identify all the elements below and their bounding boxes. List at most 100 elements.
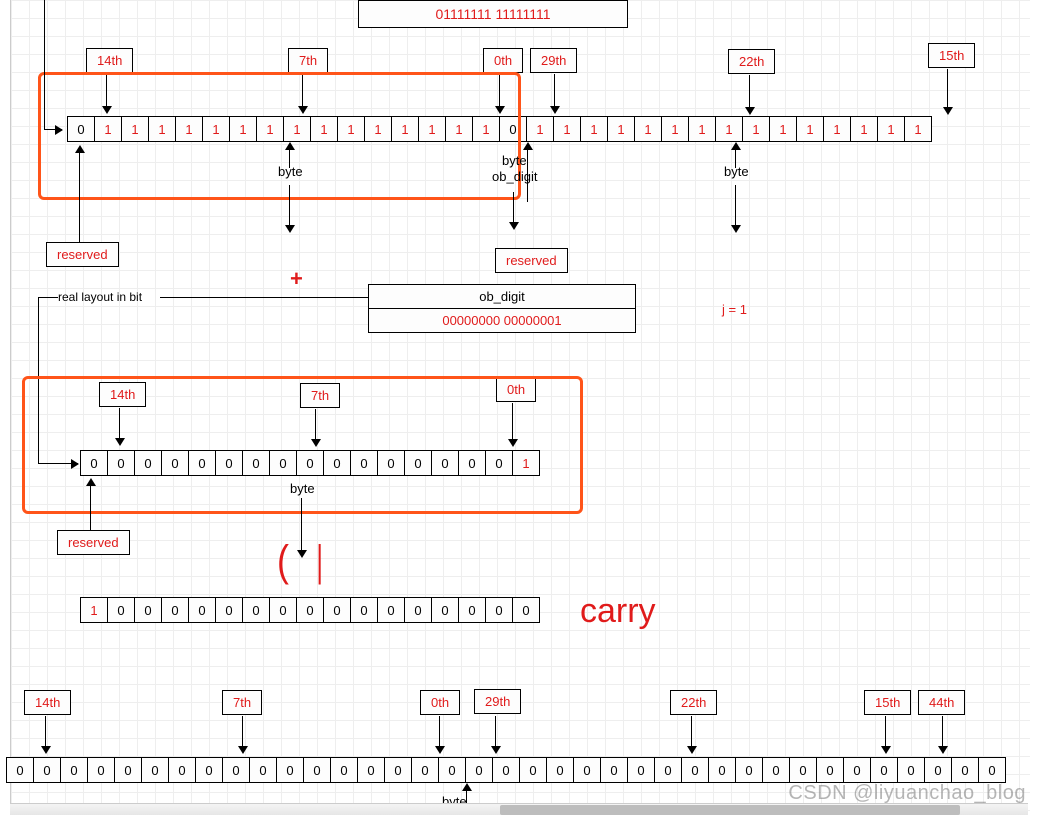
bit-cell: 0 [897, 757, 925, 783]
bit-cell: 0 [816, 757, 844, 783]
reserved-box: reserved [495, 248, 568, 273]
bit-cell: 1 [877, 116, 905, 142]
bit-cell: 1 [80, 597, 108, 623]
arrow-icon [44, 129, 62, 130]
bit-row-4: 0000000000000000000000000000000000000 [6, 757, 1006, 783]
horizontal-scrollbar[interactable] [10, 803, 1028, 815]
bit-cell: 0 [188, 597, 216, 623]
bit-cell: 0 [789, 757, 817, 783]
bit-cell: 0 [296, 597, 324, 623]
bit-cell: 0 [330, 757, 358, 783]
marker-29th: 29th [474, 689, 521, 714]
bit-cell: 0 [951, 757, 979, 783]
reserved-box: reserved [57, 530, 130, 555]
bit-cell: 1 [580, 116, 608, 142]
bit-cell: 1 [850, 116, 878, 142]
bit-cell: 1 [823, 116, 851, 142]
bit-cell: 0 [222, 757, 250, 783]
watermark: CSDN @liyuanchao_blog [788, 782, 1026, 805]
bit-cell: 0 [161, 597, 189, 623]
bit-cell: 1 [526, 116, 554, 142]
reserved-box: reserved [46, 242, 119, 267]
top-bin-box: 01111111 11111111 [358, 0, 628, 28]
bit-cell: 0 [438, 757, 466, 783]
bit-cell: 0 [519, 757, 547, 783]
bit-cell: 1 [688, 116, 716, 142]
bit-cell: 0 [269, 597, 297, 623]
bit-cell: 0 [242, 597, 270, 623]
bit-cell: 0 [303, 757, 331, 783]
bit-cell: 0 [512, 597, 540, 623]
bit-cell: 0 [485, 597, 513, 623]
marker-14th: 14th [86, 48, 133, 73]
bit-cell: 0 [323, 597, 351, 623]
plus-sign: + [290, 266, 303, 292]
orange-highlight-1 [38, 72, 521, 200]
marker-22th: 22th [728, 49, 775, 74]
connector [79, 195, 80, 242]
bit-cell: 0 [249, 757, 277, 783]
bit-cell: 0 [762, 757, 790, 783]
bit-cell: 1 [661, 116, 689, 142]
bit-cell: 0 [924, 757, 952, 783]
bit-cell: 0 [411, 757, 439, 783]
marker-0th: 0th [483, 48, 523, 73]
bit-cell: 1 [904, 116, 932, 142]
bit-cell: 1 [715, 116, 743, 142]
real-layout-label: real layout in bit [58, 290, 142, 304]
bit-cell: 0 [870, 757, 898, 783]
connector [160, 297, 368, 298]
byte-label: byte [290, 481, 315, 496]
bit-cell: 0 [735, 757, 763, 783]
paren-icon: ( [277, 536, 289, 586]
bit-cell: 0 [107, 597, 135, 623]
marker-7th: 7th [222, 690, 262, 715]
byte-obdigit-label-line1: byte [502, 153, 527, 168]
marker-15th: 15th [928, 43, 975, 68]
bit-cell: 0 [431, 597, 459, 623]
connector [38, 297, 58, 298]
bit-cell: 0 [681, 757, 709, 783]
bit-cell: 0 [546, 757, 574, 783]
bit-cell: 0 [33, 757, 61, 783]
marker-22th: 22th [670, 690, 717, 715]
marker-29th: 29th [530, 48, 577, 73]
bit-cell: 0 [573, 757, 601, 783]
bit-cell: 0 [465, 757, 493, 783]
bit-cell: 0 [114, 757, 142, 783]
byte-obdigit-label-line2: ob_digit [492, 169, 538, 184]
bit-cell: 0 [357, 757, 385, 783]
bit-cell: 0 [350, 597, 378, 623]
bit-cell: 0 [141, 757, 169, 783]
bit-cell: 0 [276, 757, 304, 783]
bit-cell: 0 [978, 757, 1006, 783]
bit-cell: 0 [6, 757, 34, 783]
marker-44th: 44th [918, 690, 965, 715]
bit-cell: 0 [600, 757, 628, 783]
bit-cell: 1 [553, 116, 581, 142]
scrollbar-thumb[interactable] [500, 805, 960, 815]
j-label: j = 1 [722, 302, 747, 317]
bit-cell: 1 [634, 116, 662, 142]
bit-cell: 0 [215, 597, 243, 623]
bit-cell: 0 [134, 597, 162, 623]
bit-row-3: 10000000000000000 [80, 597, 540, 623]
bit-cell: 0 [60, 757, 88, 783]
bit-cell: 0 [627, 757, 655, 783]
ob-digit-value: 00000000 00000001 [368, 309, 636, 333]
byte-label: byte [724, 164, 749, 179]
marker-7th: 7th [288, 48, 328, 73]
paren-icon: | [316, 536, 323, 586]
bit-cell: 0 [843, 757, 871, 783]
bit-cell: 0 [654, 757, 682, 783]
bit-cell: 1 [742, 116, 770, 142]
marker-15th: 15th [864, 690, 911, 715]
bit-cell: 0 [384, 757, 412, 783]
bit-cell: 1 [607, 116, 635, 142]
bit-cell: 1 [769, 116, 797, 142]
bit-cell: 0 [708, 757, 736, 783]
bit-cell: 0 [87, 757, 115, 783]
connector [44, 0, 45, 129]
bit-cell: 1 [796, 116, 824, 142]
bit-cell: 0 [168, 757, 196, 783]
